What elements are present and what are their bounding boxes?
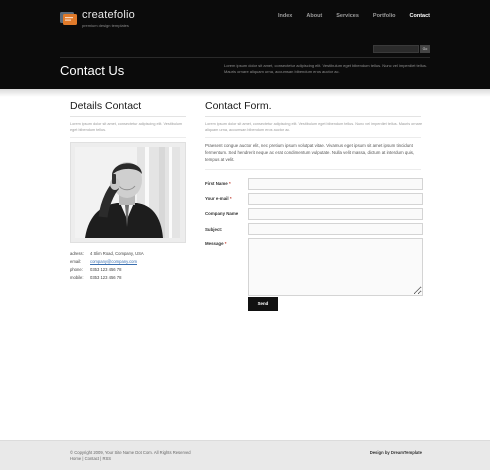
email-key: email:: [70, 259, 82, 264]
address-list: adress: 4 Slim Road, Company, USA email:…: [70, 251, 186, 283]
footer-link-rss[interactable]: RSS: [102, 456, 111, 461]
details-title: Details Contact: [70, 100, 142, 112]
phone-value: 0353 123 456 78: [90, 267, 122, 272]
email-link[interactable]: company@company.com: [90, 259, 137, 267]
header-divider: [60, 57, 430, 58]
form-intro: Lorem ipsum dolor sit amet, consectetur …: [205, 122, 423, 132]
logo[interactable]: createfolio premium design templates: [60, 9, 150, 29]
email-field[interactable]: [248, 193, 423, 205]
search-button[interactable]: Go: [420, 45, 430, 53]
company-name-field[interactable]: [248, 208, 423, 220]
footer-links: Home | Contact | RSS: [70, 456, 112, 461]
nav-item-index[interactable]: Index: [278, 13, 292, 19]
page-title: Contact Us: [60, 63, 125, 78]
content-band: [0, 89, 490, 97]
address-value: 4 Slim Road, Company, USA: [90, 251, 144, 256]
search-box: Go: [373, 45, 430, 53]
main-nav: Index About Services Portfolio Contact: [264, 13, 430, 19]
first-name-label: First Name *: [205, 181, 231, 186]
form-divider-2: [205, 137, 421, 138]
nav-item-services[interactable]: Services: [336, 13, 359, 19]
nav-item-contact[interactable]: Contact: [410, 13, 430, 19]
businessman-photo-icon: [75, 147, 180, 238]
details-divider: [70, 116, 186, 117]
nav-item-portfolio[interactable]: Portfolio: [373, 13, 396, 19]
header-text: Lorem ipsum dolor sit amet, consectetur …: [224, 63, 427, 74]
address-row: adress: 4 Slim Road, Company, USA: [70, 251, 186, 259]
form-paragraph: Praesent congue auctor elit, nec pretium…: [205, 143, 415, 162]
mobile-row: mobile: 0353 123 456 78: [70, 275, 186, 283]
mobile-value: 0353 123 456 78: [90, 275, 122, 280]
form-divider: [205, 116, 421, 117]
company-name-label: Company Name: [205, 211, 239, 216]
mobile-key: mobile:: [70, 275, 84, 280]
email-label: Your e-mail *: [205, 196, 232, 201]
subject-field[interactable]: [248, 223, 423, 235]
nav-item-about[interactable]: About: [306, 13, 322, 19]
form-divider-3: [205, 169, 421, 170]
contact-photo: [75, 147, 180, 238]
message-label: Message *: [205, 241, 227, 246]
message-field[interactable]: [248, 238, 423, 296]
email-row: email: company@company.com: [70, 259, 186, 267]
footer-link-home[interactable]: Home: [70, 456, 81, 461]
subject-label: Subject:: [205, 227, 223, 232]
site-header: createfolio premium design templates Ind…: [0, 0, 490, 89]
details-intro: Lorem ipsum dolor sit amet, consectetur …: [70, 122, 183, 132]
footer-copyright: © Copyright 2009, Your Site Name Dot Com…: [70, 450, 191, 455]
footer-credit: Design by DreamTemplate: [369, 450, 422, 455]
form-title: Contact Form.: [205, 100, 272, 112]
logo-icon: [60, 12, 77, 25]
photo-frame: [70, 142, 186, 243]
first-name-field[interactable]: [248, 178, 423, 190]
logo-name: createfolio: [82, 9, 135, 21]
footer-link-contact[interactable]: Contact: [85, 456, 99, 461]
search-input[interactable]: [373, 45, 419, 53]
phone-row: phone: 0353 123 456 78: [70, 267, 186, 275]
site-footer: © Copyright 2009, Your Site Name Dot Com…: [0, 440, 490, 470]
send-button[interactable]: Send: [248, 297, 278, 311]
logo-tagline: premium design templates: [82, 23, 129, 28]
address-key: adress:: [70, 251, 84, 256]
phone-key: phone:: [70, 267, 83, 272]
details-divider-2: [70, 137, 186, 138]
